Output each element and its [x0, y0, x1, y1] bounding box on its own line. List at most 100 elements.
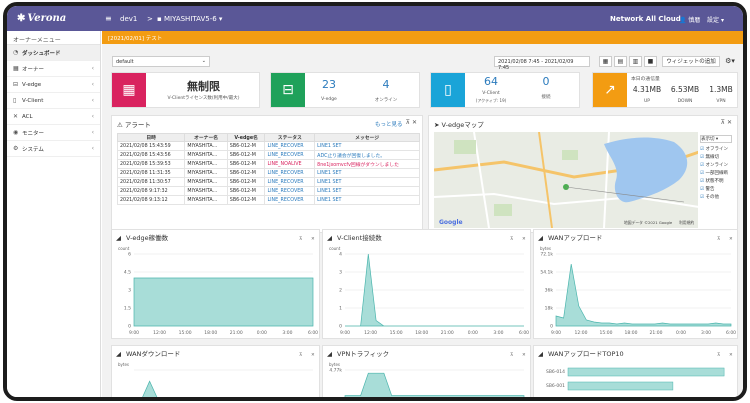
alert-cell-owner: MIYASHITA…	[184, 186, 228, 196]
sidebar-item-0[interactable]: ◔ ダッシュボード	[7, 45, 100, 61]
vedge-device-icon: ⊟	[271, 73, 305, 107]
alert-row[interactable]: 2021/02/08 9:17:32 MIYASHITA… SB6-012-M LIN…	[116, 186, 420, 196]
alert-more-link[interactable]: もっと見る	[375, 120, 403, 128]
alert-cell-vedge: SB6-012-M	[226, 168, 266, 178]
license-card: ▦ 無制限 V-Clientライセンス数(利用中/最大)	[111, 72, 260, 108]
alert-column-header[interactable]: オーナー名	[184, 133, 228, 142]
map-legend-item[interactable]: ☑ その他	[700, 194, 732, 200]
chart-icon: ◢	[116, 350, 121, 358]
layout-single-icon[interactable]: ■	[644, 56, 657, 67]
pin-icon: ⊼	[510, 236, 513, 242]
alert-panel: ⚠ アラート もっと見る ⊼ ✕ 日時 オーナー名 V-edge名 ステータス メッセー…	[111, 115, 423, 233]
vpn-traffic-chart: VPNトラフィック ◢ ⊼ ✕ bytes4.77k	[327, 350, 526, 397]
settings-menu[interactable]: 設定 ▾	[707, 15, 724, 24]
pin-icon[interactable]: ⊼	[721, 119, 725, 126]
alert-column-header[interactable]: 日時	[116, 133, 186, 142]
alert-row[interactable]: 2021/02/08 15:39:53 MIYASHITA… SB6-012-M LI…	[116, 159, 420, 169]
gear-icon[interactable]: ⚙▾	[723, 56, 737, 67]
vedge-online-label: オンライン	[374, 98, 398, 103]
layout-grid-icon[interactable]: ▦	[599, 56, 612, 67]
close-icon[interactable]: ✕	[727, 119, 732, 126]
alert-row[interactable]: 2021/02/08 15:43:59 MIYASHITA… SB6-012-M LI…	[116, 141, 420, 151]
map-terms-link[interactable]: 利用規約	[679, 220, 694, 226]
map-legend-label: オフライン	[705, 147, 728, 152]
notice-bar[interactable]: [2021/02/01] テスト	[102, 31, 743, 44]
map-legend-item[interactable]: ☑ 無線切	[700, 154, 732, 160]
y-tick-label: 3	[128, 288, 131, 294]
vedge-map-panel: ➤ V-edgeマップ ⊼ ✕ Google 地図データ ©2021 Googl…	[428, 115, 738, 233]
map-legend-item[interactable]: ☑ オフライン	[700, 146, 732, 152]
sidebar-item-1[interactable]: ▦ オーナー ‹	[7, 61, 100, 77]
traffic-vpn: 1.3MB	[709, 85, 733, 94]
vedge-card: ⊟ 23 V-edge 4 オンライン	[270, 72, 420, 108]
wan-upload-top10-panel: WANアップロードTOP10 ◢ ⊼ ✕ SB6-014 SB6-001	[533, 345, 738, 397]
sidebar-item-6[interactable]: ⚙ システム ‹	[7, 141, 100, 157]
sidebar-item-4[interactable]: ✕ ACL ‹	[7, 109, 100, 125]
sidebar-item-label: システム	[22, 146, 44, 153]
x-tick-label: 0:00	[676, 330, 686, 336]
pin-icon: ⊼	[299, 236, 302, 242]
sidebar-item-5[interactable]: ◉ モニター ‹	[7, 125, 100, 141]
add-widget-button[interactable]: ウィジェットの追加	[662, 56, 720, 67]
alert-column-header[interactable]: ステータス	[264, 133, 316, 142]
user-icon: 👤	[679, 17, 687, 24]
hamburger-icon[interactable]: ≡	[105, 14, 112, 23]
network-selector[interactable]: ▪ MIYASHITAV5-6 ▾	[157, 15, 222, 23]
x-tick-label: 0:00	[257, 330, 267, 336]
alert-cell-vedge: SB6-012-M	[226, 150, 266, 160]
alert-row[interactable]: 2021/02/08 15:43:56 MIYASHITA… SB6-012-M LI…	[116, 150, 420, 160]
close-icon[interactable]: ✕	[412, 119, 417, 126]
bar-category-label: SB6-014	[546, 369, 565, 375]
sidebar-item-2[interactable]: ⊟ V-edge ‹	[7, 77, 100, 93]
alert-cell-owner: MIYASHITA…	[184, 150, 228, 160]
y-axis-label: count	[329, 246, 341, 251]
pin-icon[interactable]: ⊼	[406, 119, 410, 126]
pin-icon: ⊼	[717, 352, 720, 358]
user-menu[interactable]: 👤 慎暦	[679, 15, 700, 24]
layout-list-icon[interactable]: ▤	[614, 56, 627, 67]
map-legend-item[interactable]: ☑ 状態不明	[700, 178, 732, 184]
alert-cell-message: LINE1 SET	[314, 195, 420, 205]
map-legend-item[interactable]: ☑ 一部回線断	[700, 170, 732, 176]
chart-title: WANアップロード	[548, 234, 602, 242]
x-tick-label: 21:00	[230, 330, 243, 336]
close-icon: ✕	[729, 237, 733, 242]
y-tick-label: 0	[550, 324, 553, 330]
alert-cell-message: 8ne1jxomvcfv回線がダウンしました	[314, 159, 420, 169]
x-tick-label: 6:00	[726, 330, 736, 336]
chevron-left-icon: ‹	[91, 97, 94, 104]
alert-row[interactable]: 2021/02/08 11:30:57 MIYASHITA… SB6-012-M LI…	[116, 177, 420, 187]
owner-icon: ▦	[13, 65, 19, 72]
x-tick-label: 9:00	[129, 330, 139, 336]
alert-row[interactable]: 2021/02/08 9:13:12 MIYASHITA… SB6-012-M LIN…	[116, 195, 420, 205]
chart-icon: ◢	[327, 234, 332, 242]
chart-title: V-edge稼働数	[126, 233, 169, 242]
vedge-count: 23	[322, 78, 336, 91]
map-park	[454, 140, 476, 154]
breadcrumb-root[interactable]: dev1	[120, 15, 137, 23]
area-series	[133, 277, 314, 327]
chevron-left-icon: ‹	[91, 65, 94, 72]
traffic-up: 4.31MB	[632, 85, 662, 94]
alert-column-header[interactable]: メッセージ	[314, 133, 420, 142]
y-tick-label: 72.1k	[540, 252, 553, 258]
alert-column-header[interactable]: V-edge名	[226, 133, 266, 142]
alert-row[interactable]: 2021/02/08 11:31:35 MIYASHITA… SB6-012-M LI…	[116, 168, 420, 178]
alert-cell-vedge: SB6-012-M	[226, 141, 266, 151]
map-legend-item[interactable]: ☑ 警告	[700, 186, 732, 192]
y-tick-label: 18k	[545, 306, 554, 312]
layout-columns-icon[interactable]: ▥	[629, 56, 642, 67]
dashboard-select[interactable]: default ⌄	[112, 56, 210, 67]
sidebar-item-3[interactable]: ▯ V-Client ‹	[7, 93, 100, 109]
map-canvas[interactable]: Google 地図データ ©2021 Google 利用規約 ⊕ 表示切 ▾☑ …	[434, 132, 734, 228]
main-content: [2021/02/01] テスト default ⌄ 2021/02/08 7:4…	[102, 31, 743, 397]
date-range-input[interactable]: 2021/02/08 7:45 - 2021/02/09 7:45	[494, 56, 590, 71]
map-filter-select[interactable]: 表示切 ▾	[700, 135, 732, 143]
google-logo: Google	[439, 219, 463, 226]
network-name: Network All Cloud	[610, 15, 681, 23]
chevron-left-icon: ‹	[91, 81, 94, 88]
map-graphics	[434, 132, 734, 228]
x-tick-label: 0:00	[468, 330, 478, 336]
map-legend-item[interactable]: ☑ オンライン	[700, 162, 732, 168]
y-axis-label: count	[118, 246, 130, 251]
